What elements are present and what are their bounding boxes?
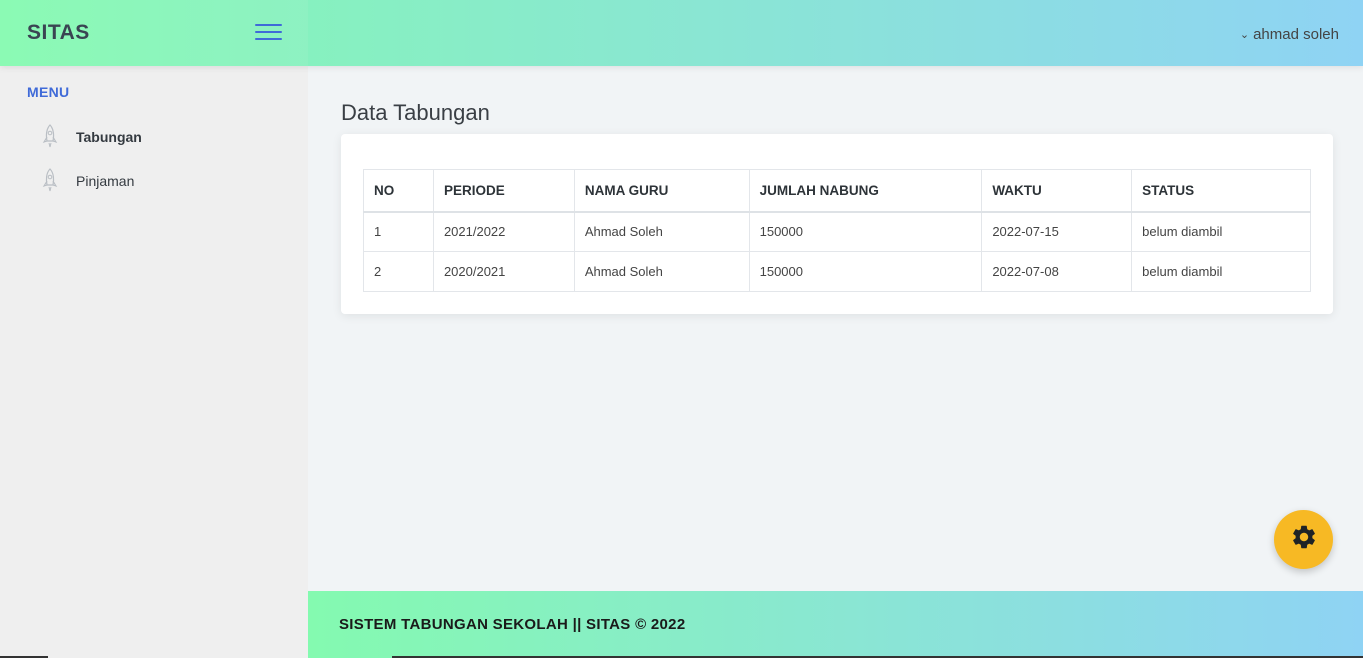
rocket-icon: [34, 168, 66, 194]
rocket-icon: [34, 124, 66, 150]
cell-periode: 2021/2022: [432, 211, 575, 252]
sidebar-item-pinjaman[interactable]: Pinjaman: [34, 163, 284, 199]
user-name: ahmad soleh: [1253, 26, 1339, 43]
column-header-nama-guru: NAMA GURU: [573, 169, 750, 213]
sidebar-item-tabungan[interactable]: Tabungan: [34, 119, 284, 155]
gear-icon: [1290, 523, 1318, 556]
header: SITAS ⌄ ahmad soleh: [0, 0, 1363, 66]
data-card: NO PERIODE NAMA GURU JUMLAH NABUNG WAKTU…: [341, 134, 1333, 314]
column-header-periode: PERIODE: [432, 169, 575, 213]
logo-area: SITAS: [0, 0, 308, 66]
cell-no: 2: [363, 251, 434, 292]
cell-jumlah-nabung: 150000: [748, 251, 983, 292]
table-row: 1 2021/2022 Ahmad Soleh 150000 2022-07-1…: [363, 211, 1311, 252]
hamburger-menu-icon[interactable]: [255, 24, 282, 42]
sidebar: MENU Tabungan Pinjaman: [0, 66, 308, 658]
table-header-row: NO PERIODE NAMA GURU JUMLAH NABUNG WAKTU…: [363, 169, 1311, 213]
sidebar-item-label: Tabungan: [76, 129, 142, 145]
user-menu[interactable]: ⌄ ahmad soleh: [1240, 26, 1339, 43]
cell-no: 1: [363, 211, 434, 252]
column-header-jumlah-nabung: JUMLAH NABUNG: [748, 169, 983, 213]
column-header-status: STATUS: [1131, 169, 1311, 213]
cell-waktu: 2022-07-08: [981, 251, 1133, 292]
cell-periode: 2020/2021: [432, 251, 575, 292]
cell-nama-guru: Ahmad Soleh: [573, 211, 750, 252]
app-root: SITAS ⌄ ahmad soleh MENU Tabungan Pinjam…: [0, 0, 1363, 658]
cell-nama-guru: Ahmad Soleh: [573, 251, 750, 292]
settings-button[interactable]: [1274, 510, 1333, 569]
column-header-no: NO: [363, 169, 434, 213]
savings-table: NO PERIODE NAMA GURU JUMLAH NABUNG WAKTU…: [363, 169, 1311, 292]
footer: SISTEM TABUNGAN SEKOLAH || SITAS © 2022: [308, 591, 1363, 658]
footer-text: SISTEM TABUNGAN SEKOLAH || SITAS © 2022: [339, 616, 686, 633]
page-title: Data Tabungan: [341, 100, 490, 125]
cell-waktu: 2022-07-15: [981, 211, 1133, 252]
table-row: 2 2020/2021 Ahmad Soleh 150000 2022-07-0…: [363, 251, 1311, 292]
chevron-down-icon: ⌄: [1239, 29, 1250, 41]
cell-status: belum diambil: [1131, 251, 1311, 292]
sidebar-item-label: Pinjaman: [76, 173, 135, 189]
app-logo: SITAS: [27, 21, 90, 44]
menu-heading: MENU: [27, 84, 70, 100]
column-header-waktu: WAKTU: [981, 169, 1133, 213]
cell-jumlah-nabung: 150000: [748, 211, 983, 252]
cell-status: belum diambil: [1131, 211, 1311, 252]
